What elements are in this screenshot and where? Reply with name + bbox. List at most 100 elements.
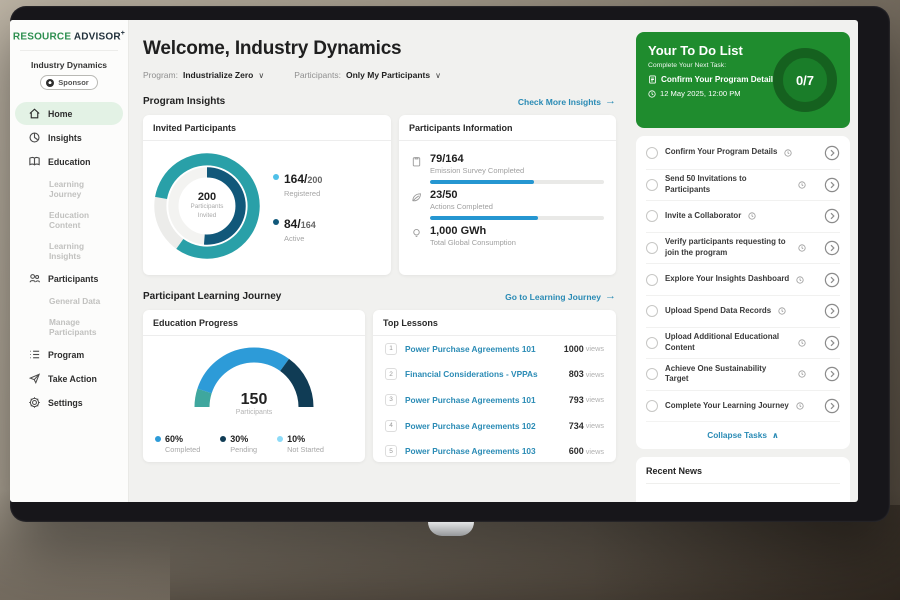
rank-badge: 4 <box>385 420 397 432</box>
invited-participants-card: Invited Participants 200 Partic <box>143 115 391 275</box>
filters-row: Program: Industrialize Zero ∨ Participan… <box>143 70 616 80</box>
sidebar-item-home[interactable]: Home <box>15 102 123 125</box>
sponsor-badge[interactable]: Sponsor <box>40 75 97 90</box>
clock-icon <box>798 181 806 189</box>
arrow-right-icon: → <box>605 96 616 107</box>
chevron-right-icon <box>824 272 840 288</box>
sidebar-item-learning-insights[interactable]: Learning Insights <box>15 236 123 266</box>
sidebar-item-program[interactable]: Program <box>15 343 123 366</box>
task-open-button[interactable] <box>824 272 840 288</box>
task-row[interactable]: Explore Your Insights Dashboard <box>646 263 840 295</box>
photo-background: RESOURCE ADVISOR+ Industry Dynamics Spon… <box>0 0 900 600</box>
clock-icon <box>748 212 756 220</box>
chevron-right-icon <box>824 335 840 351</box>
task-row[interactable]: Achieve One Sustainability Target <box>646 358 840 390</box>
task-open-button[interactable] <box>824 177 840 193</box>
actions-progress-bar <box>430 216 604 220</box>
settings-icon <box>28 396 41 409</box>
check-more-insights-link[interactable]: Check More Insights → <box>518 96 616 107</box>
task-row[interactable]: Send 50 Invitations to Participants <box>646 169 840 201</box>
task-open-button[interactable] <box>824 303 840 319</box>
sidebar-item-learning-journey[interactable]: Learning Journey <box>15 174 123 204</box>
lesson-link[interactable]: Power Purchase Agreements 102 <box>405 421 569 431</box>
chevron-right-icon <box>824 177 840 193</box>
lesson-row: 1 Power Purchase Agreements 101 1000 vie… <box>373 336 616 362</box>
lesson-link[interactable]: Financial Considerations - VPPAs <box>405 369 569 379</box>
sidebar-item-general-data[interactable]: General Data <box>15 291 123 311</box>
card-title: Invited Participants <box>143 115 391 141</box>
lesson-link[interactable]: Power Purchase Agreements 101 <box>405 395 569 405</box>
todo-progress-count: 0/7 <box>769 44 841 116</box>
todo-due-date: 12 May 2025, 12:00 PM <box>660 89 741 98</box>
task-checkbox[interactable] <box>646 337 658 349</box>
chevron-right-icon <box>824 303 840 319</box>
background-highlight-left <box>0 540 170 600</box>
todo-progress-ring: 0/7 <box>769 44 841 116</box>
chevron-right-icon <box>824 145 840 161</box>
chevron-up-icon: ∧ <box>772 430 779 440</box>
legend-dot <box>273 174 279 180</box>
chevron-down-icon: ∨ <box>258 71 264 80</box>
chevron-right-icon <box>824 398 840 414</box>
task-open-button[interactable] <box>824 366 840 382</box>
recent-news-title: Recent News <box>646 466 840 484</box>
lesson-link[interactable]: Power Purchase Agreements 103 <box>405 446 569 456</box>
lesson-row: 4 Power Purchase Agreements 102 734 view… <box>373 413 616 439</box>
legend-completed: 60% Completed <box>155 434 200 454</box>
sidebar-item-education-content[interactable]: Education Content <box>15 205 123 235</box>
insights-icon <box>28 131 41 144</box>
stat-actions-completed: 23/50 Actions Completed <box>411 189 604 211</box>
task-row[interactable]: Invite a Collaborator <box>646 200 840 232</box>
sidebar-item-insights[interactable]: Insights <box>15 126 123 149</box>
task-checkbox[interactable] <box>646 179 658 191</box>
clock-icon <box>798 244 806 252</box>
task-row[interactable]: Confirm Your Program Details <box>646 137 840 169</box>
collapse-tasks-link[interactable]: Collapse Tasks ∧ <box>646 421 840 449</box>
legend-dot <box>277 436 283 442</box>
sidebar-item-participants[interactable]: Participants <box>15 267 123 290</box>
sidebar-item-settings[interactable]: Settings <box>15 391 123 414</box>
clock-icon <box>798 339 806 347</box>
task-checkbox[interactable] <box>646 210 658 222</box>
todo-next-task: Confirm Your Program Details <box>661 75 778 84</box>
dashboard-screen: RESOURCE ADVISOR+ Industry Dynamics Spon… <box>10 20 858 502</box>
take-action-icon <box>28 372 41 385</box>
task-checkbox[interactable] <box>646 242 658 254</box>
rank-badge: 3 <box>385 394 397 406</box>
task-open-button[interactable] <box>824 240 840 256</box>
monitor-stand <box>428 522 474 536</box>
participants-filter[interactable]: Participants: Only My Participants ∨ <box>294 70 441 80</box>
task-row[interactable]: Verify participants requesting to join t… <box>646 232 840 264</box>
clock-icon <box>784 149 792 157</box>
task-open-button[interactable] <box>824 335 840 351</box>
program-filter[interactable]: Program: Industrialize Zero ∨ <box>143 70 264 80</box>
education-gauge-chart: 150 Participants <box>188 341 320 416</box>
todo-panel: Your To Do List Complete Your Next Task:… <box>636 32 850 128</box>
lesson-link[interactable]: Power Purchase Agreements 101 <box>405 344 564 354</box>
task-checkbox[interactable] <box>646 274 658 286</box>
card-title: Top Lessons <box>373 310 616 336</box>
lesson-row: 5 Power Purchase Agreements 103 600 view… <box>373 438 616 464</box>
task-checkbox[interactable] <box>646 400 658 412</box>
task-checkbox[interactable] <box>646 147 658 159</box>
sidebar-item-manage-participants[interactable]: Manage Participants <box>15 312 123 342</box>
divider <box>20 50 118 51</box>
leaf-icon <box>411 192 422 203</box>
task-row[interactable]: Upload Spend Data Records <box>646 295 840 327</box>
sidebar-item-take-action[interactable]: Take Action <box>15 367 123 390</box>
chevron-right-icon <box>824 366 840 382</box>
task-open-button[interactable] <box>824 145 840 161</box>
chevron-right-icon <box>824 208 840 224</box>
task-row[interactable]: Complete Your Learning Journey <box>646 390 840 422</box>
go-to-learning-journey-link[interactable]: Go to Learning Journey → <box>505 291 616 302</box>
task-checkbox[interactable] <box>646 305 658 317</box>
card-title: Participants Information <box>399 115 616 141</box>
task-row[interactable]: Upload Additional Educational Content <box>646 327 840 359</box>
section-title-program-insights: Program Insights <box>143 96 225 107</box>
task-open-button[interactable] <box>824 208 840 224</box>
task-checkbox[interactable] <box>646 368 658 380</box>
sidebar-item-education[interactable]: Education <box>15 150 123 173</box>
legend-dot <box>220 436 226 442</box>
task-open-button[interactable] <box>824 398 840 414</box>
program-icon <box>28 348 41 361</box>
